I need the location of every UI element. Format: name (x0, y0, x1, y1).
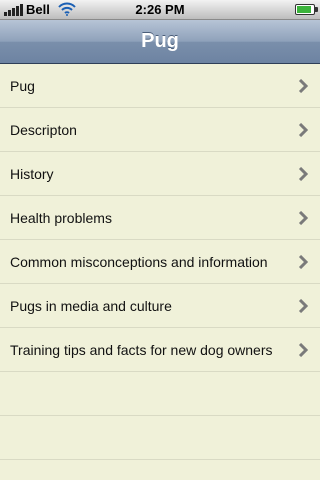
chevron-right-icon (298, 79, 308, 93)
chevron-right-icon (298, 299, 308, 313)
menu-item-label: History (10, 166, 54, 182)
chevron-right-icon (298, 255, 308, 269)
menu-item-training-tips[interactable]: Training tips and facts for new dog owne… (0, 328, 320, 372)
menu-item-label: Pugs in media and culture (10, 298, 172, 314)
menu-item-pug[interactable]: Pug (0, 64, 320, 108)
menu-list: Pug Descripton History Health problems C… (0, 64, 320, 480)
menu-item-health-problems[interactable]: Health problems (0, 196, 320, 240)
battery-fill (297, 6, 312, 13)
chevron-right-icon (298, 343, 308, 357)
menu-item-description[interactable]: Descripton (0, 108, 320, 152)
empty-row (0, 372, 320, 416)
chevron-right-icon (298, 211, 308, 225)
menu-item-media-culture[interactable]: Pugs in media and culture (0, 284, 320, 328)
empty-row (0, 416, 320, 460)
navigation-bar: Pug (0, 20, 320, 64)
menu-item-label: Descripton (10, 122, 77, 138)
status-time: 2:26 PM (135, 2, 185, 17)
battery-icon (295, 4, 318, 15)
page-title: Pug (141, 30, 179, 52)
menu-item-history[interactable]: History (0, 152, 320, 196)
chevron-right-icon (298, 167, 308, 181)
status-bar: Bell 2:26 PM (0, 0, 320, 20)
menu-item-label: Pug (10, 78, 35, 94)
menu-item-label: Health problems (10, 210, 112, 226)
battery-nub (315, 7, 318, 12)
menu-item-label: Common misconceptions and information (10, 254, 268, 270)
chevron-right-icon (298, 123, 308, 137)
menu-item-label: Training tips and facts for new dog owne… (10, 342, 273, 358)
menu-item-misconceptions[interactable]: Common misconceptions and information (0, 240, 320, 284)
